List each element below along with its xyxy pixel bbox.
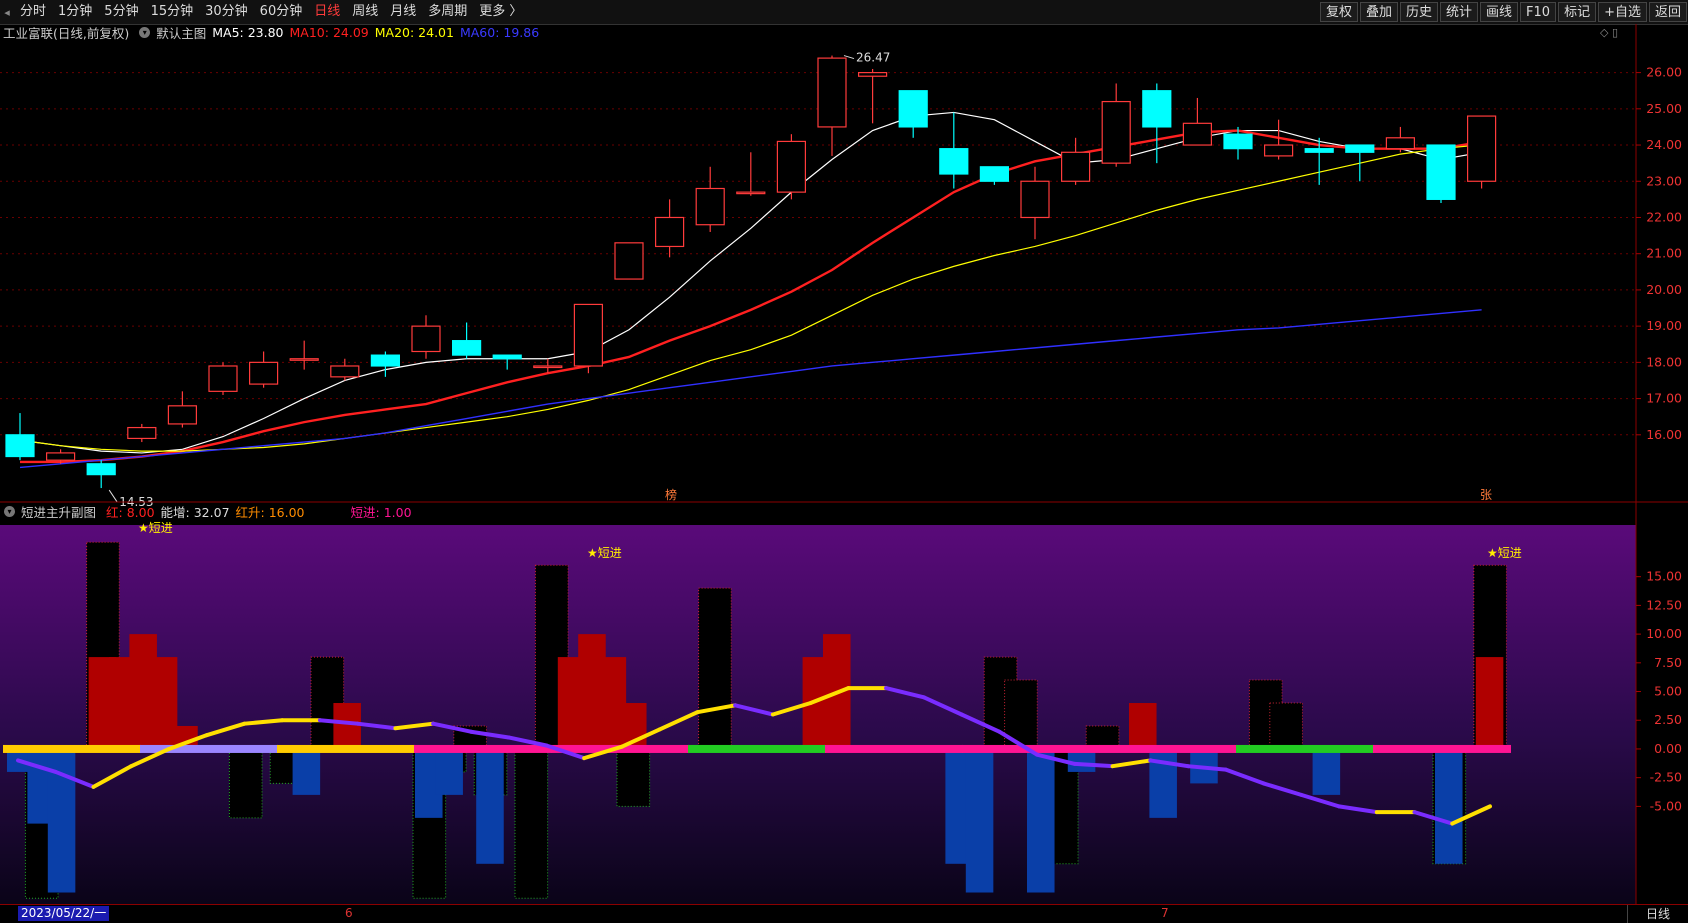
candle-body-19 [776, 140, 807, 193]
sub-ytick-0: 15.00 [1646, 569, 1682, 584]
month-6-label: 6 [345, 906, 353, 920]
candle-body-21 [857, 71, 888, 77]
candle-body-13 [533, 365, 563, 369]
candle-body-35 [1426, 144, 1456, 200]
candle-body-16 [654, 216, 685, 248]
sub-ytick-1: 12.50 [1646, 597, 1682, 612]
candle-body-32 [1304, 148, 1334, 153]
sub-ytick-7: -2.50 [1650, 770, 1682, 785]
candle-body-28 [1142, 90, 1172, 128]
candle-body-25 [1020, 180, 1050, 219]
sub-ytick-5: 2.50 [1654, 712, 1682, 727]
sub-line-seg-28 [1072, 761, 1115, 769]
frame-bar-11 [228, 748, 263, 819]
main-ytick-4: 22.00 [1646, 209, 1682, 224]
candle-body-7 [289, 358, 319, 361]
sub-ytick-6: 0.00 [1654, 741, 1682, 756]
value-bar-47 [965, 748, 994, 893]
bang-marker: 榜 [665, 487, 677, 502]
value-bar-55 [1129, 703, 1157, 749]
candle-body-3 [127, 426, 157, 440]
candle-body-18 [736, 191, 766, 195]
bottom-bar: 2023/05/22/一 6 7 日线 [0, 904, 1688, 923]
main-ytick-3: 23.00 [1646, 173, 1682, 188]
zero-ribbon-10 [1373, 744, 1511, 753]
period-tab-daily[interactable]: 日线 [1627, 905, 1688, 923]
candle-body-30 [1223, 133, 1253, 150]
low-arrow [108, 489, 118, 503]
short-signal-label-2: ★短进 [1487, 546, 1522, 560]
candle-body-31 [1263, 144, 1294, 157]
candle-body-15 [614, 242, 644, 280]
main-ytick-8: 18.00 [1646, 354, 1682, 369]
candle-body-24 [979, 166, 1010, 182]
main-ytick-2: 24.00 [1646, 137, 1682, 152]
candle-body-11 [452, 340, 482, 356]
zero-ribbon-8 [1099, 744, 1237, 753]
short-signal-label-1: ★短进 [587, 546, 622, 560]
month-7-label: 7 [1161, 906, 1169, 920]
candle-body-36 [1466, 115, 1497, 182]
sub-ytick-2: 10.00 [1646, 626, 1682, 641]
candle-body-0 [5, 434, 35, 458]
candles [5, 55, 1497, 489]
candle-body-27 [1101, 100, 1131, 164]
candle-body-2 [86, 463, 116, 476]
candle-body-34 [1385, 137, 1416, 150]
candle-body-9 [370, 354, 400, 367]
zero-ribbon-9 [1236, 744, 1374, 753]
candle-body-17 [695, 187, 725, 226]
zhang-marker: 张 [1480, 488, 1492, 502]
main-ytick-1: 25.00 [1646, 101, 1682, 116]
value-bar-16 [333, 703, 361, 749]
candle-body-5 [208, 365, 238, 392]
candle-body-22 [898, 90, 928, 128]
candle-body-12 [492, 354, 522, 360]
value-bar-23 [476, 748, 504, 864]
main-ytick-7: 19.00 [1646, 318, 1682, 333]
value-bar-64 [1312, 748, 1341, 795]
value-bar-72 [1475, 657, 1504, 749]
ma-line-ma60 [19, 309, 1482, 469]
value-bar-21 [435, 748, 463, 795]
candle-body-6 [249, 361, 279, 385]
candle-body-26 [1060, 151, 1091, 182]
candle-body-14 [573, 303, 604, 367]
main-ytick-0: 26.00 [1646, 65, 1682, 80]
zero-ribbon-2 [277, 744, 415, 753]
frame-bar-25 [514, 748, 549, 899]
sub-ytick-8: -5.00 [1650, 798, 1682, 813]
short-signal-label-0: ★短进 [138, 521, 173, 535]
main-ytick-6: 20.00 [1646, 282, 1682, 297]
frame-bar-30 [616, 748, 651, 807]
zero-ribbon-6 [825, 744, 963, 753]
frame-bar-34 [698, 587, 732, 750]
candle-body-29 [1182, 122, 1213, 146]
candle-body-1 [45, 452, 76, 461]
kline-chart[interactable]: 26.4714.53榜张 ★短进★短进 ★短进 26.0025.0024.0023… [0, 0, 1688, 904]
frame-bar-62 [1269, 702, 1303, 750]
value-bar-14 [292, 748, 321, 795]
candle-body-20 [817, 57, 847, 128]
candle-body-33 [1345, 144, 1375, 153]
high-label: 26.47 [856, 51, 890, 65]
candle-body-10 [411, 325, 441, 353]
main-ytick-10: 16.00 [1646, 427, 1682, 442]
zero-ribbon-3 [414, 744, 552, 753]
candle-body-4 [167, 405, 197, 425]
sub-ytick-4: 5.00 [1654, 684, 1682, 699]
candle-body-8 [330, 365, 360, 378]
zero-ribbon-5 [688, 744, 826, 753]
candle-body-23 [939, 148, 969, 175]
main-ytick-5: 21.00 [1646, 246, 1682, 261]
sub-ytick-3: 7.50 [1654, 655, 1682, 670]
zero-ribbon-0 [3, 744, 141, 753]
value-bar-70 [1435, 748, 1463, 864]
cursor-date: 2023/05/22/一 [18, 906, 110, 921]
main-ytick-9: 17.00 [1646, 391, 1682, 406]
value-bar-50 [1027, 748, 1055, 893]
